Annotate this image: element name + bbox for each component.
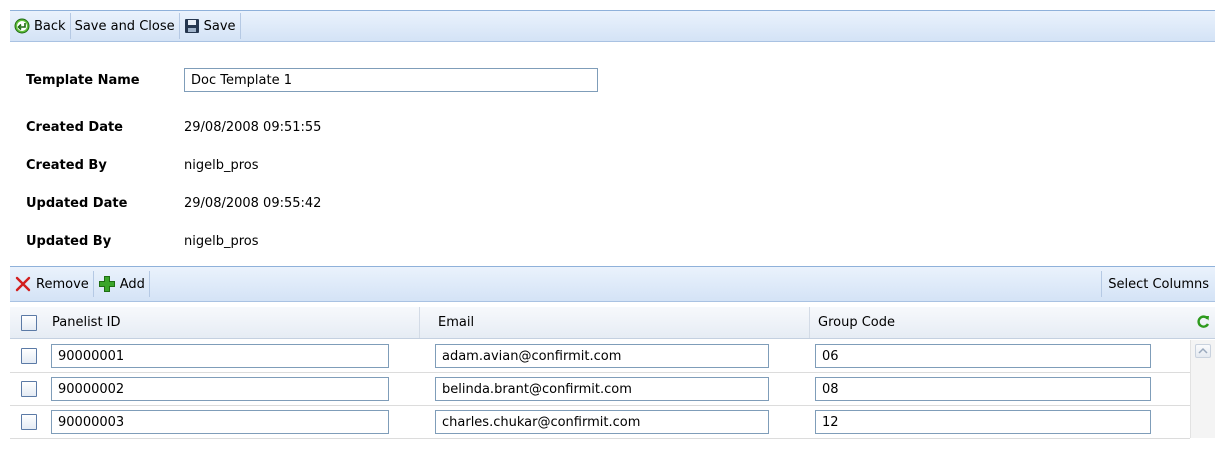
save-and-close-label: Save and Close bbox=[74, 18, 175, 34]
column-header-email[interactable]: Email bbox=[430, 307, 810, 338]
updated-date-value: 29/08/2008 09:55:42 bbox=[184, 195, 322, 211]
grid-header: Panelist ID Email Group Code bbox=[10, 307, 1215, 339]
created-by-label: Created By bbox=[26, 157, 107, 173]
table-row bbox=[10, 340, 1190, 373]
updated-date-label: Updated Date bbox=[26, 195, 128, 211]
panelist-id-header-label: Panelist ID bbox=[52, 315, 121, 330]
updated-date-row: Updated Date 29/08/2008 09:55:42 bbox=[26, 191, 321, 215]
template-name-label: Template Name bbox=[26, 72, 140, 88]
group-code-input[interactable] bbox=[815, 377, 1151, 401]
back-label: Back bbox=[34, 18, 66, 34]
created-date-label: Created Date bbox=[26, 119, 123, 135]
main-toolbar: Back Save and Close Save bbox=[10, 10, 1215, 42]
email-header-label: Email bbox=[438, 315, 475, 330]
column-header-panelist-id[interactable]: Panelist ID bbox=[44, 307, 420, 338]
remove-button[interactable]: Remove bbox=[10, 271, 94, 297]
select-columns-label: Select Columns bbox=[1108, 276, 1209, 292]
row-checkbox[interactable] bbox=[21, 348, 37, 364]
created-by-value: nigelb_pros bbox=[184, 157, 259, 173]
table-row bbox=[10, 373, 1190, 406]
add-label: Add bbox=[119, 276, 145, 292]
group-code-header-label: Group Code bbox=[818, 315, 895, 330]
created-by-row: Created By nigelb_pros bbox=[26, 153, 259, 177]
created-date-row: Created Date 29/08/2008 09:51:55 bbox=[26, 115, 321, 139]
email-input[interactable] bbox=[435, 410, 769, 434]
remove-x-icon bbox=[14, 275, 32, 293]
add-plus-icon bbox=[98, 275, 116, 293]
group-code-input[interactable] bbox=[815, 344, 1151, 368]
updated-by-value: nigelb_pros bbox=[184, 233, 259, 249]
template-name-row: Template Name bbox=[26, 68, 598, 92]
column-header-group-code[interactable]: Group Code bbox=[810, 307, 1190, 338]
select-columns-button[interactable]: Select Columns bbox=[1101, 271, 1215, 297]
template-name-input[interactable] bbox=[184, 68, 598, 92]
email-input[interactable] bbox=[435, 344, 769, 368]
select-all-checkbox[interactable] bbox=[21, 315, 37, 331]
email-input[interactable] bbox=[435, 377, 769, 401]
floppy-disk-icon bbox=[184, 18, 200, 34]
grid-toolbar: Remove Add Select Columns bbox=[10, 266, 1215, 302]
back-arrow-icon bbox=[14, 18, 30, 34]
row-checkbox[interactable] bbox=[21, 414, 37, 430]
template-editor: Back Save and Close Save Template Name C… bbox=[10, 10, 1215, 460]
grid-scrollbar[interactable] bbox=[1190, 340, 1215, 438]
updated-by-row: Updated By nigelb_pros bbox=[26, 229, 259, 253]
panelist-id-input[interactable] bbox=[51, 377, 389, 401]
group-code-input[interactable] bbox=[815, 410, 1151, 434]
updated-by-label: Updated By bbox=[26, 233, 112, 249]
panelist-id-input[interactable] bbox=[51, 410, 389, 434]
remove-label: Remove bbox=[36, 276, 89, 292]
refresh-icon[interactable] bbox=[1195, 314, 1211, 334]
created-date-value: 29/08/2008 09:51:55 bbox=[184, 119, 322, 135]
save-and-close-button[interactable]: Save and Close bbox=[71, 13, 180, 39]
save-button[interactable]: Save bbox=[180, 13, 241, 39]
add-button[interactable]: Add bbox=[94, 271, 150, 297]
scroll-up-arrow-icon[interactable] bbox=[1195, 344, 1211, 358]
save-label: Save bbox=[203, 18, 236, 34]
table-row bbox=[10, 406, 1190, 439]
panelist-id-input[interactable] bbox=[51, 344, 389, 368]
row-checkbox[interactable] bbox=[21, 381, 37, 397]
back-button[interactable]: Back bbox=[10, 13, 71, 39]
